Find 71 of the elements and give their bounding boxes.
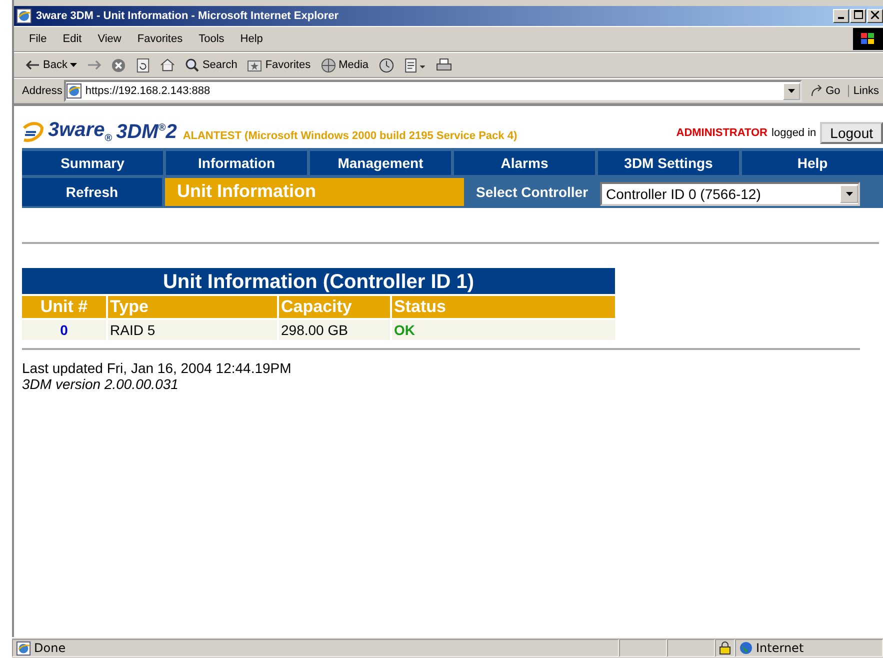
refresh-button[interactable]: Refresh bbox=[22, 178, 162, 206]
column-header: Status bbox=[392, 296, 615, 318]
page-title: Unit Information bbox=[165, 178, 464, 206]
minimize-icon bbox=[838, 16, 844, 18]
zone-label: Internet bbox=[756, 641, 804, 655]
windows-logo-icon bbox=[853, 28, 883, 50]
address-label: Address bbox=[22, 85, 62, 97]
logout-button[interactable]: Logout bbox=[820, 122, 883, 144]
dropdown-button[interactable] bbox=[782, 82, 800, 100]
search-icon bbox=[185, 58, 200, 72]
media-button[interactable]: Media bbox=[316, 58, 373, 72]
search-button[interactable]: Search bbox=[181, 58, 242, 72]
table-cell: RAID 5 bbox=[108, 320, 277, 340]
go-arrow-icon bbox=[810, 85, 824, 97]
back-button[interactable]: Back bbox=[22, 59, 82, 71]
go-button[interactable]: Go bbox=[804, 85, 846, 97]
page-globe-icon bbox=[66, 83, 82, 99]
column-header: Type bbox=[108, 296, 277, 318]
stop-icon[interactable] bbox=[111, 58, 126, 72]
table-title: Unit Information (Controller ID 1) bbox=[22, 268, 615, 294]
swoosh-logo-icon bbox=[22, 120, 44, 144]
home-icon[interactable] bbox=[160, 58, 176, 72]
star-folder-icon bbox=[247, 58, 262, 72]
menu-item[interactable]: Help bbox=[233, 33, 270, 45]
controller-select[interactable]: Controller ID 0 (7566-12) bbox=[600, 182, 860, 206]
close-icon bbox=[871, 10, 879, 18]
user-name: ADMINISTRATOR bbox=[676, 127, 768, 139]
menu-item[interactable]: View bbox=[90, 33, 128, 45]
padlock-icon bbox=[719, 641, 731, 655]
nav-tab[interactable]: Help bbox=[742, 151, 883, 175]
logo-brand: 3ware$_{®}$ bbox=[48, 119, 112, 144]
nav-tab[interactable]: 3DM Settings bbox=[598, 151, 739, 175]
nav-tab[interactable]: Alarms bbox=[454, 151, 595, 175]
dropdown-button[interactable] bbox=[840, 185, 858, 203]
minimize-button[interactable] bbox=[833, 9, 849, 23]
menu-item[interactable]: Edit bbox=[56, 33, 89, 45]
address-field[interactable]: https://192.168.2.143:888 bbox=[64, 80, 802, 102]
status-text: OK bbox=[394, 322, 415, 338]
version-text: 3DM version 2.00.00.031 bbox=[22, 376, 180, 392]
favorites-button[interactable]: Favorites bbox=[243, 58, 315, 72]
status-text: Done bbox=[34, 641, 66, 655]
host-info: ALANTEST (Microsoft Windows 2000 build 2195 Service Pack 4) bbox=[182, 130, 518, 142]
window-title: 3ware 3DM - Unit Information - Microsoft Internet Explorer bbox=[36, 10, 339, 22]
clock-icon[interactable] bbox=[378, 58, 394, 72]
page-globe-icon bbox=[16, 8, 32, 24]
back-arrow-icon bbox=[26, 60, 40, 70]
select-controller-label: Select Controller bbox=[475, 183, 590, 202]
caret-icon bbox=[788, 89, 795, 93]
nav-tab[interactable]: Summary bbox=[22, 151, 163, 175]
maximize-icon bbox=[854, 10, 862, 19]
caret-icon bbox=[846, 192, 853, 196]
logo-product: 3DM$^{®}$2 bbox=[116, 121, 177, 144]
nav-tab[interactable]: Information bbox=[166, 151, 307, 175]
maximize-button[interactable] bbox=[850, 9, 866, 23]
nav-tab[interactable]: Management bbox=[310, 151, 451, 175]
column-header: Unit # bbox=[22, 296, 106, 318]
page-globe-icon bbox=[16, 640, 31, 656]
links-button[interactable]: Links bbox=[848, 85, 883, 97]
table-cell: 298.00 GB bbox=[279, 320, 390, 340]
logged-in-label: logged in bbox=[772, 127, 816, 139]
page-edit-icon[interactable] bbox=[404, 58, 426, 72]
menu-item[interactable]: File bbox=[22, 33, 54, 45]
refresh-icon[interactable] bbox=[136, 58, 150, 72]
menu-item[interactable]: Favorites bbox=[130, 33, 190, 45]
close-button[interactable] bbox=[867, 9, 883, 23]
last-updated-text: Last updated Fri, Jan 16, 2004 12:44.19PM bbox=[22, 360, 292, 376]
unit-link[interactable]: 0 bbox=[60, 322, 68, 338]
printer-icon[interactable] bbox=[436, 58, 452, 72]
column-header: Capacity bbox=[279, 296, 390, 318]
menu-item[interactable]: Tools bbox=[192, 33, 232, 45]
caret-icon[interactable] bbox=[70, 63, 78, 67]
